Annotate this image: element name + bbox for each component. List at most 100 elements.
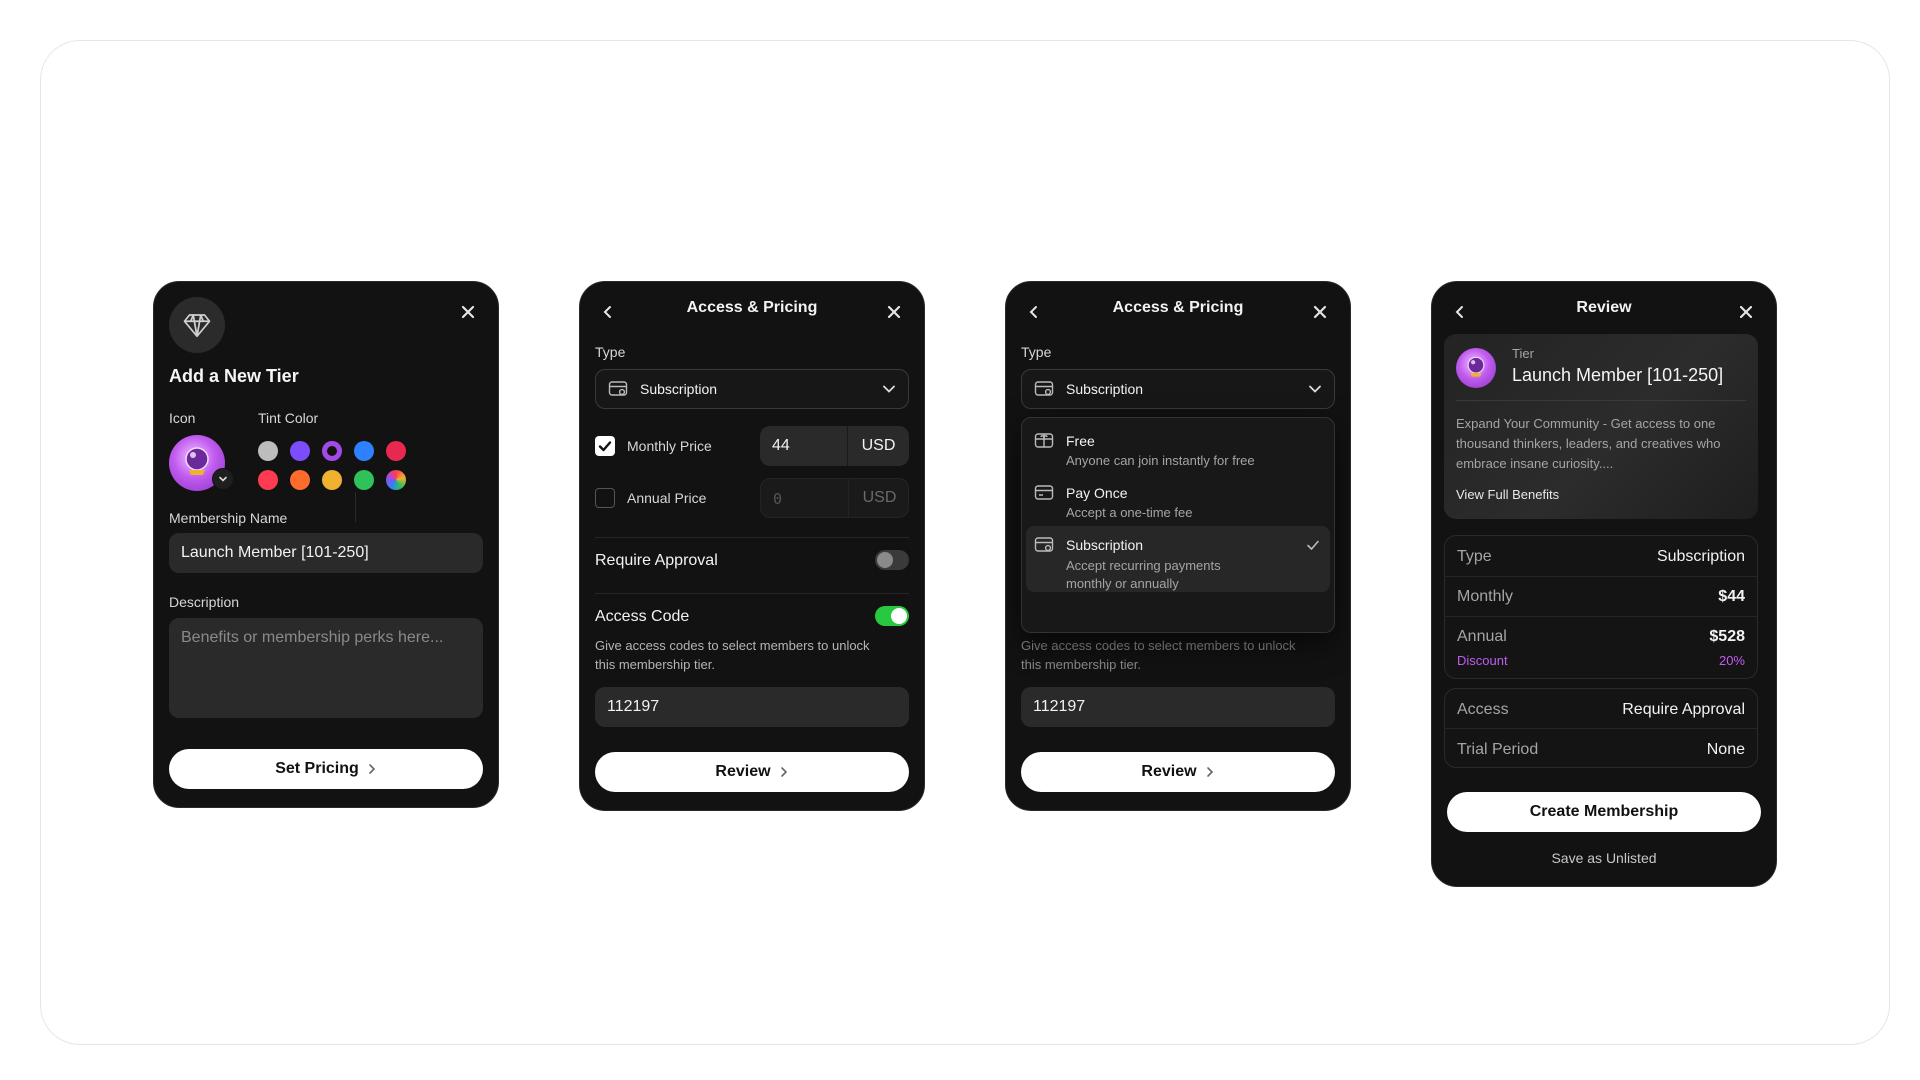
- chevron-right-icon: [368, 764, 375, 774]
- access-code-input[interactable]: 112197: [595, 687, 909, 727]
- close-icon[interactable]: [882, 300, 906, 324]
- access-label: Access: [1457, 701, 1509, 718]
- card-wallet-icon: [1034, 381, 1054, 396]
- diamond-badge: [169, 297, 225, 353]
- toggle-knob: [891, 608, 907, 624]
- card-title: Access & Pricing: [1112, 299, 1244, 316]
- avatar-dropdown-chevron-icon[interactable]: [212, 468, 234, 490]
- access-value: Require Approval: [1622, 701, 1745, 718]
- annual-row: Annual $528: [1444, 628, 1758, 646]
- annual-value: $528: [1709, 628, 1745, 645]
- review-label: Review: [1141, 763, 1197, 780]
- divider: [1444, 616, 1758, 617]
- save-as-unlisted-link[interactable]: Save as Unlisted: [1432, 850, 1776, 866]
- divider: [595, 537, 909, 538]
- review-label: Review: [715, 763, 771, 780]
- view-full-benefits-link[interactable]: View Full Benefits: [1456, 487, 1559, 502]
- diamond-icon: [183, 314, 211, 338]
- close-icon[interactable]: [456, 300, 480, 324]
- tint-swatch-yellow[interactable]: [322, 470, 342, 490]
- membership-name-input[interactable]: Launch Member [101-250]: [169, 533, 483, 573]
- check-icon: [1307, 540, 1319, 550]
- divider: [355, 492, 356, 522]
- access-pricing-card: Access & Pricing Type Subscription Month…: [579, 281, 925, 811]
- access-code-value: 112197: [607, 698, 660, 715]
- monthly-row: Monthly $44: [1444, 588, 1758, 606]
- monthly-checkbox[interactable]: [595, 436, 615, 456]
- tier-name: Launch Member [101-250]: [1512, 365, 1724, 385]
- type-select-value: Subscription: [1066, 381, 1144, 397]
- tint-swatch-gray[interactable]: [258, 441, 278, 461]
- review-button[interactable]: Review: [1021, 752, 1335, 792]
- monthly-price-input[interactable]: 44: [760, 426, 848, 466]
- description-label: Description: [169, 594, 240, 610]
- type-label: Type: [1021, 344, 1052, 360]
- tint-swatch-crimson[interactable]: [386, 441, 406, 461]
- tint-swatch-red[interactable]: [258, 470, 278, 490]
- tint-swatch-custom-rainbow-icon[interactable]: [386, 470, 406, 490]
- crystal-ball-icon: [1467, 356, 1485, 377]
- set-pricing-label: Set Pricing: [275, 760, 359, 777]
- type-option-free[interactable]: Free Anyone can join instantly for free: [1026, 422, 1330, 478]
- card-title: Add a New Tier: [169, 366, 299, 386]
- type-select[interactable]: Subscription: [1021, 369, 1335, 409]
- tint-swatch-blue[interactable]: [354, 441, 374, 461]
- set-pricing-button[interactable]: Set Pricing: [169, 749, 483, 789]
- trial-period-value: None: [1706, 741, 1745, 758]
- option-desc: Accept recurring payments monthly or ann…: [1066, 558, 1221, 591]
- divider: [1456, 400, 1746, 401]
- chevron-right-icon: [780, 767, 787, 777]
- membership-name-label: Membership Name: [169, 510, 288, 526]
- type-label: Type: [595, 344, 626, 360]
- chevron-down-icon: [1309, 385, 1321, 393]
- access-code-label: Access Code: [595, 608, 690, 625]
- card-wallet-icon: [1034, 537, 1054, 552]
- check-icon: [598, 441, 612, 452]
- trial-period-label: Trial Period: [1457, 741, 1539, 758]
- access-pricing-dropdown-card: Access & Pricing Type Subscription Give …: [1005, 281, 1351, 811]
- access-code-input[interactable]: 112197: [1021, 687, 1335, 727]
- tier-description: Expand Your Community - Get access to on…: [1456, 416, 1721, 471]
- tier-summary-panel: Tier Launch Member [101-250] Expand Your…: [1444, 334, 1758, 519]
- divider: [1444, 576, 1758, 577]
- access-code-description: Give access codes to select members to u…: [1021, 638, 1296, 672]
- type-option-subscription-selected[interactable]: Subscription Accept recurring payments m…: [1026, 526, 1330, 592]
- annual-label: Annual: [1457, 628, 1507, 645]
- tint-swatch-green[interactable]: [354, 470, 374, 490]
- annual-price-input-group: 0 USD: [760, 478, 909, 518]
- tint-color-label: Tint Color: [258, 410, 319, 426]
- monthly-price-label: Monthly Price: [627, 438, 712, 454]
- annual-currency: USD: [862, 489, 897, 506]
- annual-checkbox[interactable]: [595, 488, 615, 508]
- close-icon[interactable]: [1734, 300, 1758, 324]
- review-button[interactable]: Review: [595, 752, 909, 792]
- type-select[interactable]: Subscription: [595, 369, 909, 409]
- annual-price-label: Annual Price: [627, 490, 707, 506]
- card-title: Review: [1576, 299, 1632, 316]
- require-approval-toggle[interactable]: [875, 550, 909, 570]
- card-wallet-icon: [608, 381, 628, 396]
- monthly-value: $44: [1718, 588, 1745, 605]
- tint-swatch-violet[interactable]: [290, 441, 310, 461]
- type-label: Type: [1457, 548, 1492, 565]
- monthly-currency: USD: [861, 437, 896, 454]
- type-dropdown-menu: Free Anyone can join instantly for free …: [1021, 417, 1335, 633]
- discount-value: 20%: [1718, 653, 1745, 668]
- create-membership-button[interactable]: Create Membership: [1447, 792, 1761, 832]
- option-title: Free: [1066, 433, 1095, 449]
- tint-swatch-purple-selected[interactable]: [322, 441, 342, 461]
- annual-price-input[interactable]: 0: [761, 479, 849, 517]
- option-desc: Anyone can join instantly for free: [1066, 453, 1255, 468]
- close-icon[interactable]: [1308, 300, 1332, 324]
- access-code-value: 112197: [1033, 698, 1086, 715]
- access-code-toggle[interactable]: [875, 606, 909, 626]
- discount-label: Discount: [1457, 653, 1508, 668]
- type-option-pay-once[interactable]: Pay Once Accept a one-time fee: [1026, 474, 1330, 530]
- membership-name-value: Launch Member [101-250]: [181, 544, 369, 561]
- card-title: Access & Pricing: [686, 299, 818, 316]
- require-approval-label: Require Approval: [595, 552, 718, 569]
- description-textarea[interactable]: Benefits or membership perks here...: [169, 618, 483, 718]
- tint-swatch-orange[interactable]: [290, 470, 310, 490]
- add-tier-card: Add a New Tier Icon Tint Color Membershi…: [153, 281, 499, 808]
- tier-label: Tier: [1512, 346, 1534, 361]
